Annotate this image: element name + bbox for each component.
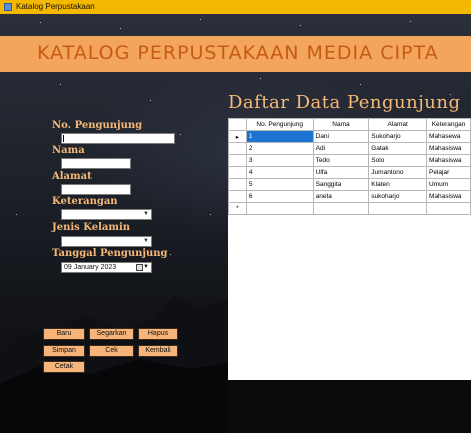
table-cell[interactable]: 2: [245, 142, 314, 155]
table-cell[interactable]: sukoharjo: [368, 190, 428, 203]
column-header[interactable]: No. Pengunjung: [245, 118, 314, 131]
label-alamat: Alamat: [52, 171, 92, 182]
label-no-pengunjung: No. Pengunjung: [52, 120, 143, 131]
table-cell[interactable]: Gatak: [368, 142, 428, 155]
column-header[interactable]: Nama: [312, 118, 370, 131]
table-cell[interactable]: Mahasiswa: [426, 142, 471, 155]
calendar-icon[interactable]: [136, 264, 143, 271]
table-row[interactable]: ▸ 1 Dani Sukoharjo Mahasewa: [228, 130, 471, 143]
table-cell[interactable]: Adi: [312, 142, 370, 155]
table-row[interactable]: 5 Sanggita Klaten Umum: [228, 178, 471, 191]
visitor-table: No. Pengunjung Nama Alamat Keterangan ▸ …: [228, 118, 471, 215]
nama-input[interactable]: [61, 158, 131, 169]
table-cell[interactable]: Umum: [426, 178, 471, 191]
simpan-button[interactable]: Simpan: [43, 345, 85, 357]
table-cell[interactable]: 6: [245, 190, 314, 203]
chevron-down-icon[interactable]: ▼: [143, 238, 149, 244]
column-header[interactable]: Alamat: [368, 118, 428, 131]
table-cell[interactable]: Klaten: [368, 178, 428, 191]
grid-title: Daftar Data Pengunjung: [228, 92, 461, 113]
table-cell[interactable]: Jumantono: [368, 166, 428, 179]
keterangan-select[interactable]: ▼: [61, 209, 152, 220]
cek-button[interactable]: Cek: [89, 345, 134, 357]
table-cell[interactable]: Solo: [368, 154, 428, 167]
table-row[interactable]: 6 aneta sukoharjo Mahasiswa: [228, 190, 471, 203]
main-window: Katalog Perpustakaan KATALOG PERPUSTAKAA…: [0, 0, 471, 433]
title-bar: Katalog Perpustakaan: [0, 0, 471, 14]
table-cell[interactable]: Tedo: [312, 154, 370, 167]
table-cell[interactable]: [426, 202, 471, 215]
current-row-indicator-icon[interactable]: ▸: [228, 130, 247, 143]
hapus-button[interactable]: Hapus: [138, 328, 178, 340]
tanggal-value: 09 January 2023: [64, 264, 117, 271]
no-pengunjung-input[interactable]: [61, 133, 175, 144]
new-row-marker[interactable]: *: [228, 202, 247, 215]
app-icon: [4, 3, 12, 11]
label-keterangan: Keterangan: [52, 196, 118, 207]
row-header[interactable]: [228, 178, 247, 191]
form-client-area: KATALOG PERPUSTAKAAN MEDIA CIPTA No. Pen…: [0, 14, 471, 433]
table-cell[interactable]: 4: [245, 166, 314, 179]
table-cell[interactable]: aneta: [312, 190, 370, 203]
jenis-kelamin-select[interactable]: ▼: [61, 236, 152, 247]
table-cell[interactable]: [245, 202, 314, 215]
table-cell[interactable]: Dani: [312, 130, 370, 143]
table-cell[interactable]: Mahasiswa: [426, 190, 471, 203]
table-row[interactable]: 2 Adi Gatak Mahasiswa: [228, 142, 471, 155]
alamat-input[interactable]: [61, 184, 131, 195]
row-header[interactable]: [228, 154, 247, 167]
kembali-button[interactable]: Kembali: [138, 345, 178, 357]
label-jenis-kelamin: Jenis Kelamin: [52, 222, 131, 233]
app-header-title: KATALOG PERPUSTAKAAN MEDIA CIPTA: [37, 42, 439, 64]
table-row[interactable]: 4 Ulfa Jumantono Pelajar: [228, 166, 471, 179]
row-header-corner: [228, 118, 247, 131]
window-title: Katalog Perpustakaan: [16, 2, 95, 11]
tanggal-date-picker[interactable]: 09 January 2023 ▼: [61, 262, 152, 273]
app-header-banner: KATALOG PERPUSTAKAAN MEDIA CIPTA: [0, 36, 471, 72]
table-cell[interactable]: Pelajar: [426, 166, 471, 179]
baru-button[interactable]: Baru: [43, 328, 85, 340]
chevron-down-icon[interactable]: ▼: [143, 211, 149, 217]
table-cell[interactable]: [368, 202, 428, 215]
table-cell[interactable]: Ulfa: [312, 166, 370, 179]
column-header[interactable]: Keterangan: [426, 118, 471, 131]
new-row[interactable]: *: [228, 202, 471, 215]
table-cell[interactable]: Mahasewa: [426, 130, 471, 143]
table-cell[interactable]: 5: [245, 178, 314, 191]
row-header[interactable]: [228, 166, 247, 179]
row-header[interactable]: [228, 190, 247, 203]
table-cell[interactable]: [312, 202, 370, 215]
row-header[interactable]: [228, 142, 247, 155]
chevron-down-icon[interactable]: ▼: [143, 263, 149, 272]
visitor-data-grid[interactable]: No. Pengunjung Nama Alamat Keterangan ▸ …: [228, 118, 471, 380]
table-row[interactable]: 3 Tedo Solo Mahasiswa: [228, 154, 471, 167]
label-nama: Nama: [52, 145, 85, 156]
segarkan-button[interactable]: Segarkan: [89, 328, 134, 340]
table-cell[interactable]: 1: [245, 130, 314, 143]
table-cell[interactable]: Sanggita: [312, 178, 370, 191]
label-tanggal-pengunjung: Tanggal Pengunjung: [52, 248, 168, 259]
text-caret: [63, 135, 64, 142]
cetak-button[interactable]: Cetak: [43, 361, 85, 373]
table-cell[interactable]: 3: [245, 154, 314, 167]
table-cell[interactable]: Sukoharjo: [368, 130, 428, 143]
table-cell[interactable]: Mahasiswa: [426, 154, 471, 167]
